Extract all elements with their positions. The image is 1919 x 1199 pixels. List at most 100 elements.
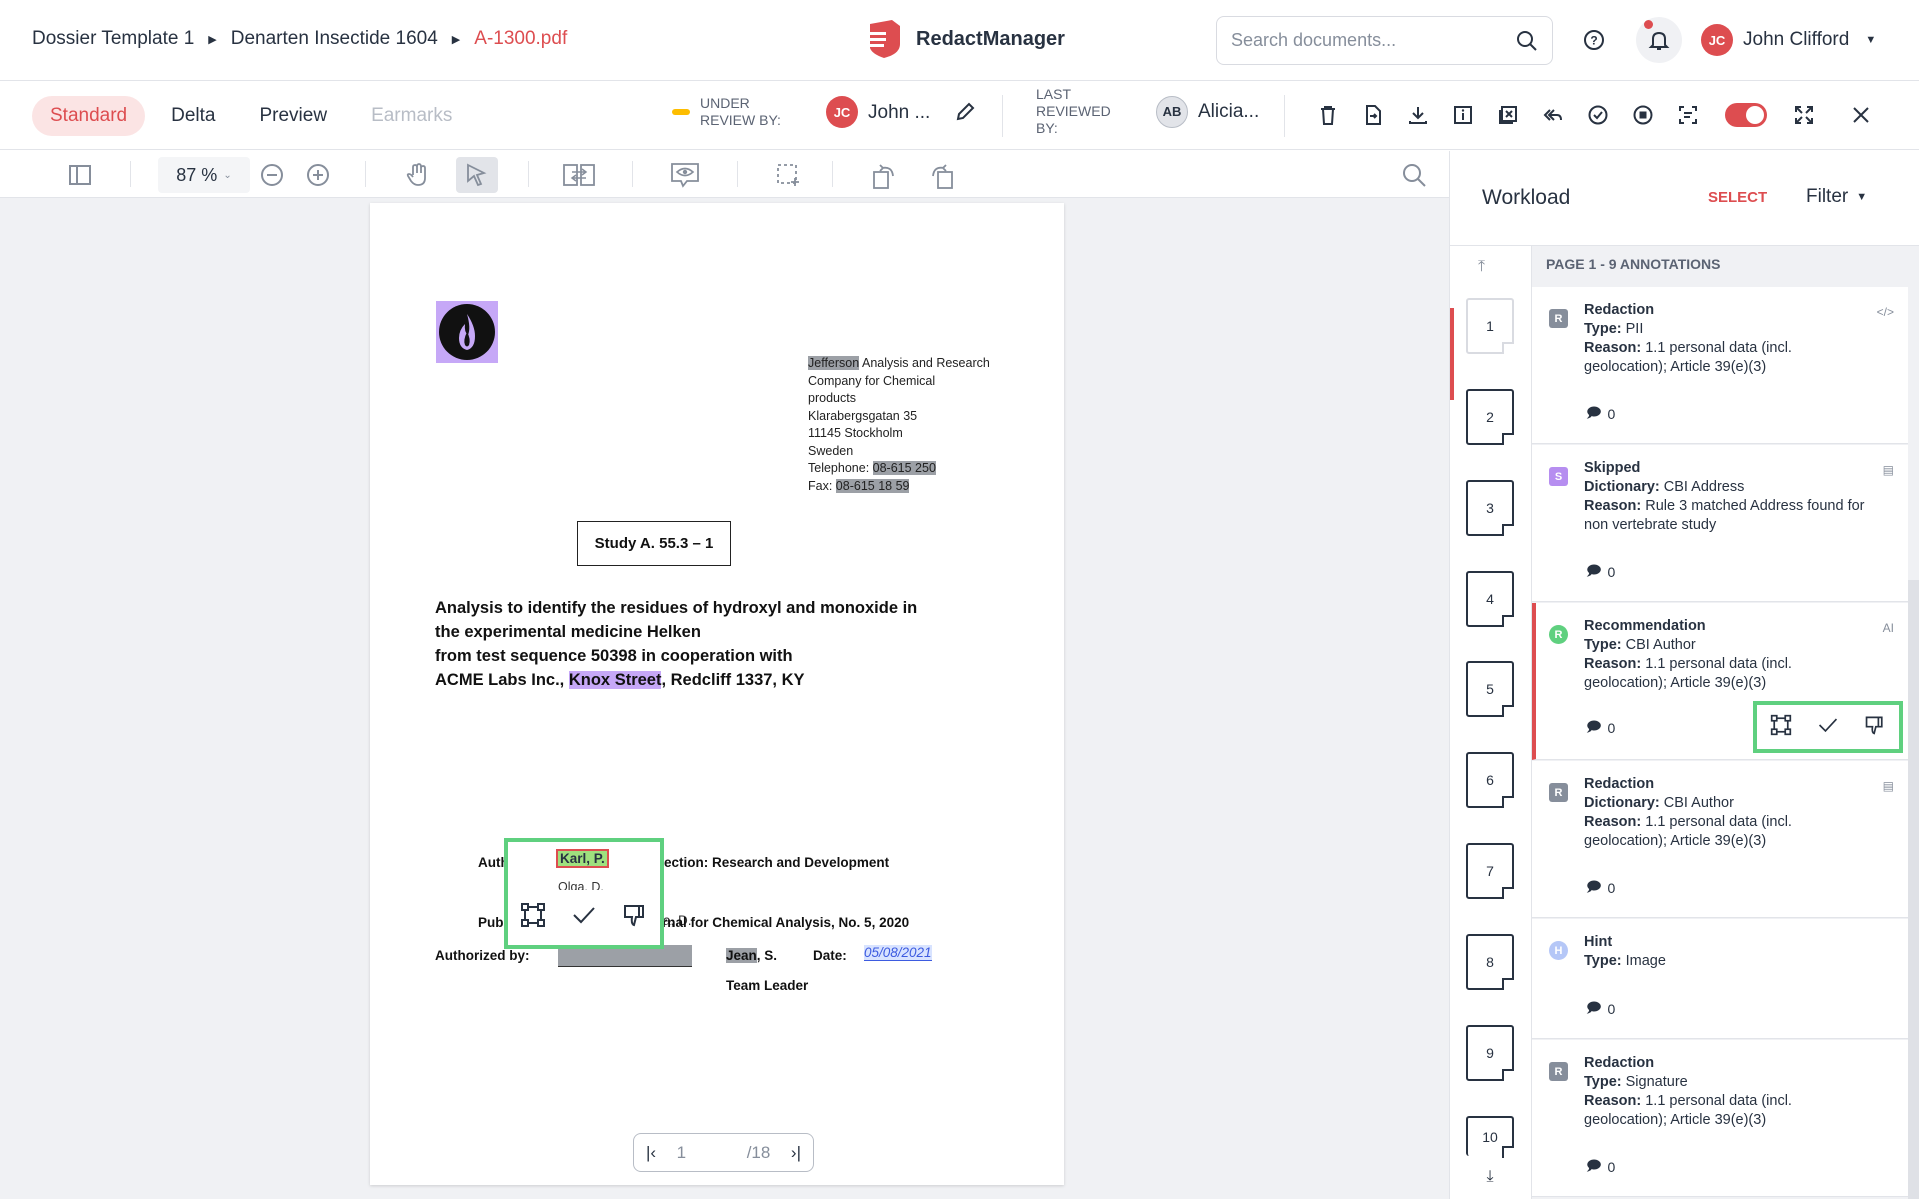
page-thumb-7[interactable]: 7: [1466, 843, 1514, 899]
select-button[interactable]: SELECT: [1708, 189, 1767, 206]
page-thumb-6[interactable]: 6: [1466, 752, 1514, 808]
help-button[interactable]: ?: [1571, 17, 1617, 63]
select-tool-button[interactable]: [456, 157, 498, 193]
chevron-down-icon: ▼: [1856, 191, 1868, 203]
breadcrumb-current-file[interactable]: A-1300.pdf: [474, 28, 567, 50]
skipped-address-annotation[interactable]: Knox Street: [568, 671, 662, 689]
first-page-icon[interactable]: |‹: [646, 1143, 656, 1163]
reviewer-name[interactable]: John ...: [868, 103, 930, 122]
annotation-card[interactable]: R Redaction Dictionary: CBI Author Reaso…: [1532, 761, 1908, 918]
document-viewer[interactable]: Jefferson Analysis and Research Company …: [0, 198, 1449, 1199]
redacted-telephone[interactable]: 08-615 250: [872, 461, 936, 475]
approve-button[interactable]: [1584, 101, 1612, 129]
page-thumb-9[interactable]: 9: [1466, 1025, 1514, 1081]
scrollbar[interactable]: [1908, 580, 1919, 1199]
undo-button[interactable]: [1539, 101, 1567, 129]
breadcrumb-dossier-template[interactable]: Dossier Template 1: [32, 28, 194, 50]
delete-button[interactable]: [1314, 101, 1342, 129]
comments-count[interactable]: 🗩 0: [1586, 560, 1615, 584]
notifications-button[interactable]: [1636, 17, 1682, 63]
zoom-select[interactable]: 87 % ⌄: [158, 157, 250, 193]
comment-count: 0: [1607, 1001, 1616, 1017]
page-thumb-10[interactable]: 10: [1466, 1116, 1514, 1158]
redaction-toggle[interactable]: [1725, 103, 1767, 127]
reanalyse-button[interactable]: [1359, 101, 1387, 129]
zoom-in-button[interactable]: [302, 157, 334, 193]
annotation-card[interactable]: H Hint Type: Image 🗩 0: [1532, 919, 1908, 1039]
annotation-card-selected[interactable]: R Recommendation Type: CBI Author Reason…: [1532, 603, 1908, 760]
page-thumb-4[interactable]: 4: [1466, 571, 1514, 627]
page-number-input[interactable]: 1: [677, 1143, 686, 1163]
authorizer-name: Jean, S.: [726, 948, 777, 963]
last-reviewer-avatar[interactable]: AB: [1156, 95, 1188, 128]
pencil-icon[interactable]: [954, 101, 976, 123]
page-thumb-2[interactable]: 2: [1466, 389, 1514, 445]
under-review-section: UNDER REVIEW BY: JC John ...: [672, 95, 976, 129]
page-thumb-1[interactable]: 1: [1466, 298, 1514, 354]
comments-count[interactable]: 🗩 0: [1586, 716, 1615, 740]
reply-all-icon: [1543, 109, 1562, 121]
reject-button[interactable]: [622, 902, 648, 933]
annotation-key: Reason:: [1584, 498, 1642, 514]
recommendation-annotation[interactable]: Karl, P.: [556, 849, 609, 868]
ocr-button[interactable]: [1674, 101, 1702, 129]
last-reviewer-name[interactable]: Alicia...: [1198, 102, 1259, 121]
redacted-fax[interactable]: 08-615 18 59: [835, 478, 910, 493]
zoom-out-button[interactable]: [256, 157, 288, 193]
publication-prefix: Pub: [478, 915, 504, 930]
tab-standard[interactable]: Standard: [32, 96, 146, 136]
pdf-page[interactable]: Jefferson Analysis and Research Company …: [370, 203, 1064, 1185]
brand-name: RedactManager: [916, 27, 1065, 50]
filter-dropdown[interactable]: Filter ▼: [1806, 186, 1867, 208]
brand-logo[interactable]: RedactManager: [862, 18, 1065, 60]
search-input[interactable]: Search documents...: [1216, 16, 1553, 65]
company-logo[interactable]: [436, 301, 498, 363]
last-page-icon[interactable]: ›|: [791, 1143, 801, 1163]
redacted-company-name[interactable]: Jefferson: [808, 356, 860, 370]
accept-button[interactable]: [1817, 714, 1839, 741]
redacted-first-name[interactable]: Jean: [726, 948, 757, 963]
toggle-sidebar-button[interactable]: [62, 157, 98, 193]
download-button[interactable]: [1404, 101, 1432, 129]
accept-button[interactable]: [571, 902, 597, 933]
page-thumb-3[interactable]: 3: [1466, 480, 1514, 536]
scroll-top-icon[interactable]: ⤒: [1478, 258, 1485, 276]
comments-count[interactable]: 🗩 0: [1586, 876, 1615, 900]
close-icon: [1853, 107, 1869, 123]
pan-tool-button[interactable]: [400, 157, 436, 193]
tab-preview[interactable]: Preview: [241, 96, 345, 136]
fullscreen-button[interactable]: [1790, 101, 1818, 129]
preview-button[interactable]: [667, 157, 703, 193]
resize-button[interactable]: [1770, 714, 1792, 741]
page-thumb-5[interactable]: 5: [1466, 661, 1514, 717]
search-in-document-button[interactable]: [1396, 157, 1432, 193]
compare-button[interactable]: [561, 157, 597, 193]
breadcrumb-dossier[interactable]: Denarten Insectide 1604: [231, 28, 438, 50]
resize-button[interactable]: [520, 902, 546, 933]
handwritten-date[interactable]: 05/08/2021: [864, 945, 932, 961]
reviewer-avatar[interactable]: JC: [826, 96, 858, 128]
comments-count[interactable]: 🗩 0: [1586, 997, 1615, 1021]
rotate-left-button[interactable]: [866, 157, 902, 193]
toolbar-divider: [130, 161, 131, 187]
search-icon[interactable]: [1516, 30, 1538, 52]
scroll-bottom-icon[interactable]: ⤓: [1478, 1168, 1502, 1186]
tab-earmarks[interactable]: Earmarks: [353, 96, 470, 136]
user-menu[interactable]: JC John Clifford ▼: [1701, 24, 1876, 56]
document-info-button[interactable]: [1449, 101, 1477, 129]
annotation-title: Hint: [1584, 934, 1613, 950]
comments-count[interactable]: 🗩 0: [1586, 402, 1615, 426]
area-select-button[interactable]: [770, 157, 806, 193]
rotate-right-button[interactable]: [924, 157, 960, 193]
exclude-pages-button[interactable]: [1494, 101, 1522, 129]
annotation-card[interactable]: R Redaction Type: Signature Reason: 1.1 …: [1532, 1040, 1908, 1197]
page-thumb-8[interactable]: 8: [1466, 934, 1514, 990]
annotation-card[interactable]: R Redaction Type: PII Reason: 1.1 person…: [1532, 287, 1908, 444]
tab-delta[interactable]: Delta: [153, 96, 233, 136]
stop-button[interactable]: [1629, 101, 1657, 129]
reject-button[interactable]: [1864, 714, 1886, 741]
comments-count[interactable]: 🗩 0: [1586, 1155, 1615, 1179]
annotation-card[interactable]: S Skipped Dictionary: CBI Address Reason…: [1532, 445, 1908, 602]
close-button[interactable]: [1847, 101, 1875, 129]
exclude-pages-icon: [1499, 106, 1517, 124]
